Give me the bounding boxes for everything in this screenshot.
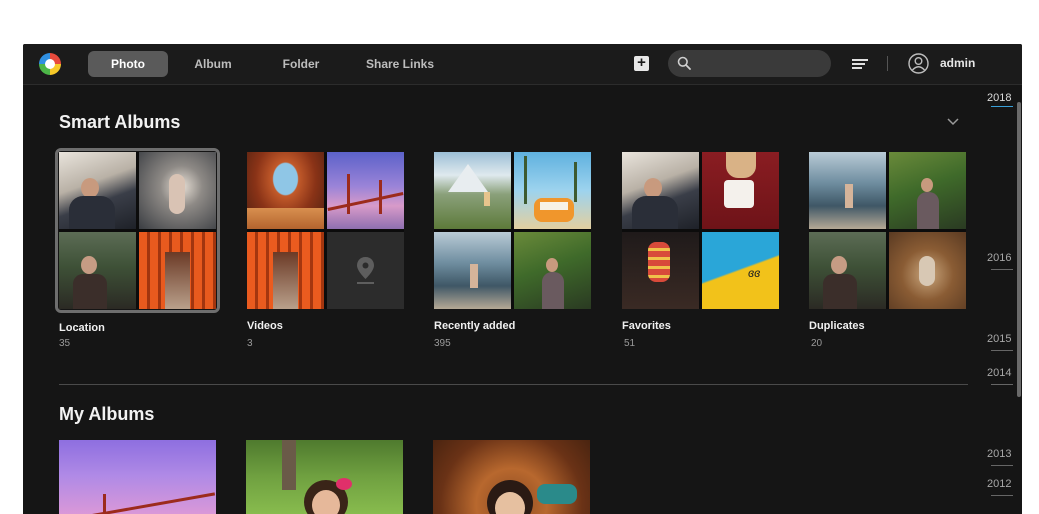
photo-thumbnail: [327, 152, 404, 229]
timeline-tick: [991, 495, 1013, 496]
search-input[interactable]: [698, 54, 827, 75]
photo-thumbnail: [514, 232, 591, 309]
logo-icon[interactable]: [39, 53, 61, 75]
timeline-tick: [991, 269, 1013, 270]
username[interactable]: admin: [940, 56, 975, 70]
timeline-year[interactable]: 2018: [987, 92, 1011, 104]
photo-thumbnail: [247, 232, 324, 309]
tab-album[interactable]: Album: [183, 51, 243, 77]
photo-thumbnail: [889, 152, 966, 229]
album-card-duplicates[interactable]: [809, 152, 966, 309]
album-thumbnail-grid: [247, 152, 404, 309]
scrollbar[interactable]: [1017, 102, 1021, 397]
album-card-label: Location: [59, 322, 105, 334]
album-card-count: 20: [811, 338, 823, 349]
photo-thumbnail: [59, 232, 136, 309]
search-icon: [677, 56, 691, 70]
photo-thumbnail: ɞɞ: [702, 232, 779, 309]
map-placeholder: [327, 232, 404, 309]
timeline-tick: [991, 465, 1013, 466]
photo-thumbnail: [809, 152, 886, 229]
timeline-year[interactable]: 2014: [987, 367, 1011, 379]
photo-thumbnail: [622, 232, 699, 309]
smart-albums-title: Smart Albums: [59, 112, 181, 132]
album-card-count: 51: [624, 338, 636, 349]
my-album-card[interactable]: [246, 440, 403, 514]
search-box[interactable]: [668, 50, 831, 77]
photo-thumbnail: [247, 152, 324, 229]
album-card-label: Recently added: [434, 320, 516, 332]
timeline-tick: [991, 350, 1013, 351]
album-thumbnail-grid: [809, 152, 966, 309]
my-albums-title: My Albums: [59, 404, 155, 424]
photo-thumbnail: [59, 152, 136, 229]
album-card-count: 395: [434, 338, 451, 349]
toolbar-separator: [887, 56, 888, 71]
tab-folder[interactable]: Folder: [271, 51, 331, 77]
album-card-label: Favorites: [622, 320, 671, 332]
photo-thumbnail: [809, 232, 886, 309]
my-album-card[interactable]: [433, 440, 590, 514]
album-card-count: 3: [247, 338, 253, 349]
album-thumbnail-grid: [434, 152, 591, 309]
tab-share-links[interactable]: Share Links: [359, 51, 441, 77]
album-card-location[interactable]: [55, 148, 220, 313]
timeline-year[interactable]: 2016: [987, 252, 1011, 264]
user-icon[interactable]: [908, 53, 929, 74]
album-card-favorites[interactable]: ɞɞ: [622, 152, 779, 309]
album-card-count: 35: [59, 338, 71, 349]
timeline-year[interactable]: 2012: [987, 478, 1011, 490]
section-divider: [59, 384, 968, 385]
timeline-tick: [991, 384, 1013, 385]
album-card-label: Videos: [247, 320, 283, 332]
photo-thumbnail: [434, 232, 511, 309]
top-bar: Photo Album Folder Share Links + admin: [23, 44, 1022, 85]
album-thumbnail-grid: ɞɞ: [622, 152, 779, 309]
timeline-year[interactable]: 2015: [987, 333, 1011, 345]
year-timeline: 2018 2016 2015 2014 2013 2012: [979, 84, 1022, 514]
album-card-recently-added[interactable]: [434, 152, 591, 309]
photo-thumbnail: [889, 232, 966, 309]
photo-thumbnail: [139, 232, 216, 309]
photo-thumbnail: [434, 152, 511, 229]
album-card-videos[interactable]: [247, 152, 404, 309]
my-album-card[interactable]: [59, 440, 216, 514]
sort-icon[interactable]: [852, 57, 868, 71]
chevron-down-icon[interactable]: [947, 118, 959, 126]
album-thumbnail-grid: [59, 152, 216, 309]
timeline-tick: [991, 106, 1013, 107]
album-card-label: Duplicates: [809, 320, 865, 332]
add-icon[interactable]: +: [634, 55, 649, 71]
timeline-year[interactable]: 2013: [987, 448, 1011, 460]
tab-photo[interactable]: Photo: [88, 51, 168, 77]
photo-thumbnail: [139, 152, 216, 229]
map-pin-icon: [357, 257, 374, 284]
photo-thumbnail: [622, 152, 699, 229]
photo-thumbnail: [514, 152, 591, 229]
photo-thumbnail: [702, 152, 779, 229]
app-window: Photo Album Folder Share Links + admin S…: [23, 44, 1022, 514]
